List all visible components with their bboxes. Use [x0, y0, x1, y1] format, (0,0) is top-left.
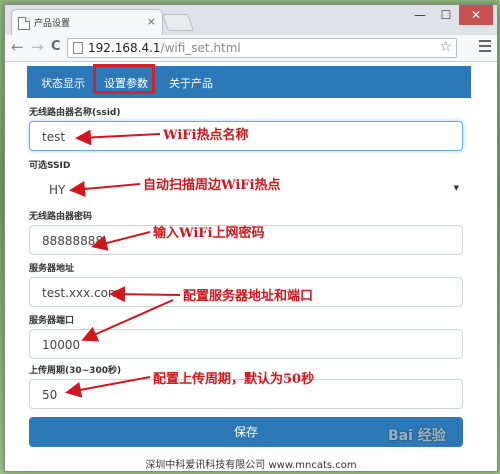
- back-arrow-icon[interactable]: ←: [11, 39, 24, 55]
- arrow-optional-ssid: [69, 180, 141, 197]
- window-controls: — ☐ ✕: [407, 5, 493, 25]
- menu-icon[interactable]: [479, 40, 491, 55]
- window-close-button[interactable]: ✕: [459, 5, 493, 25]
- tab-close-icon[interactable]: ×: [147, 15, 156, 28]
- maximize-button[interactable]: ☐: [433, 5, 459, 25]
- tab-title: 产品设置: [34, 19, 71, 29]
- arrow-port: [81, 299, 174, 342]
- arrow-period: [65, 376, 151, 398]
- url-host: 192.168.4.1: [88, 41, 161, 55]
- document-icon: [73, 42, 83, 54]
- page-content: 状态显示 设置参数 关于产品 无线路由器名称(ssid) test 可选SSID…: [5, 62, 497, 471]
- annotation-arrows: [65, 129, 181, 398]
- reload-icon[interactable]: C: [51, 39, 61, 55]
- browser-tab[interactable]: 产品设置 ×: [11, 9, 163, 36]
- forward-arrow-icon[interactable]: →: [31, 39, 44, 55]
- new-tab-button[interactable]: [161, 14, 195, 31]
- arrow-password: [91, 231, 151, 251]
- arrow-ssid: [75, 129, 161, 146]
- browser-window: 产品设置 × — ☐ ✕ ← → C 192.168.4.1/wifi_set.…: [4, 4, 498, 472]
- bookmark-star-icon[interactable]: ☆: [439, 39, 452, 55]
- watermark-logo: Bai 经验: [388, 428, 446, 444]
- browser-toolbar: ← → C 192.168.4.1/wifi_set.html ☆: [5, 35, 497, 62]
- minimize-button[interactable]: —: [407, 5, 433, 25]
- tab-strip: 产品设置 × — ☐ ✕: [5, 5, 497, 36]
- page-icon: [18, 17, 30, 30]
- url-path: /wifi_set.html: [160, 41, 241, 55]
- address-bar[interactable]: 192.168.4.1/wifi_set.html ☆: [67, 38, 457, 58]
- url-text: 192.168.4.1/wifi_set.html: [88, 41, 241, 55]
- arrow-server: [109, 286, 181, 303]
